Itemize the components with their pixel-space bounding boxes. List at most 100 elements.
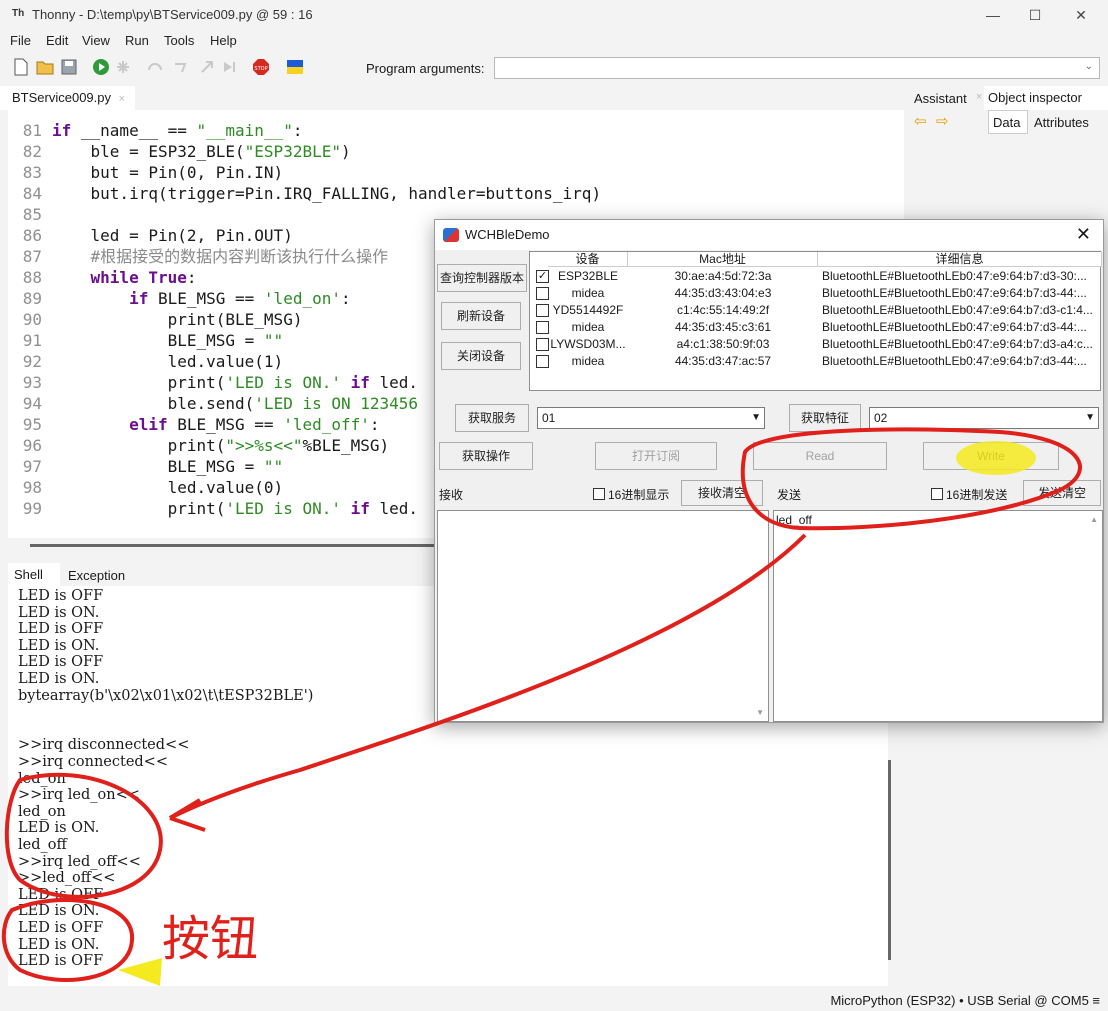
title-bar: Th Thonny - D:\temp\py\BTService009.py @…	[0, 0, 1108, 30]
dropdown-arrow-icon[interactable]: ▼	[751, 412, 761, 423]
tab-exception[interactable]: Exception	[68, 568, 125, 583]
code-token: if	[350, 373, 370, 392]
code-token: led = Pin(2, Pin.OUT)	[52, 226, 293, 245]
resume-icon[interactable]	[220, 58, 238, 76]
status-text[interactable]: MicroPython (ESP32) • USB Serial @ COM5 …	[830, 993, 1100, 1008]
scroll-down-icon[interactable]: ▼	[756, 708, 764, 717]
device-row[interactable]: midea 44:35:d3:47:ac:57 BluetoothLE#Blueto…	[530, 353, 1102, 370]
device-detail: BluetoothLE#BluetoothLEb0:47:e9:64:b7:d3…	[822, 269, 1087, 283]
menu-run[interactable]: Run	[125, 33, 149, 48]
subscribe-button[interactable]: 打开订阅	[595, 442, 717, 470]
query-version-button[interactable]: 查询控制器版本	[437, 264, 527, 292]
menu-help[interactable]: Help	[210, 33, 237, 48]
get-operation-button[interactable]: 获取操作	[439, 442, 533, 470]
get-service-button[interactable]: 获取服务	[455, 404, 529, 432]
device-row[interactable]: midea 44:35:d3:43:04:e3 BluetoothLE#Blueto…	[530, 285, 1102, 302]
run-icon[interactable]	[92, 58, 110, 76]
line-number: 84	[22, 184, 42, 203]
shell-line: >>irq led_off<<	[18, 853, 141, 870]
tab-attributes[interactable]: Attributes	[1034, 115, 1089, 130]
shell-vertical-scrollbar[interactable]	[888, 760, 891, 960]
close-button[interactable]: ✕	[1058, 0, 1104, 30]
step-out-icon[interactable]	[198, 58, 216, 76]
service-select[interactable]: 01 ▼	[537, 407, 765, 429]
close-icon[interactable]: ✕	[1076, 224, 1091, 245]
line-number: 91	[22, 331, 42, 350]
tab-object-inspector[interactable]: Object inspector	[984, 86, 1108, 110]
code-token: led.value(1)	[52, 352, 284, 371]
chevron-down-icon[interactable]: ⌄	[1085, 61, 1093, 72]
col-header-mac[interactable]: Mac地址	[628, 252, 818, 267]
shell-line: LED is ON.	[18, 637, 100, 654]
tab-btservice009[interactable]: BTService009.py ×	[0, 86, 136, 110]
code-comment: #根据接受的数据内容判断该执行什么操作	[52, 247, 389, 266]
debug-icon[interactable]	[114, 58, 132, 76]
code-token: __name__ ==	[71, 121, 197, 140]
stop-icon[interactable]: STOP	[252, 58, 270, 76]
shell-line: LED is ON.	[18, 820, 100, 837]
step-into-icon[interactable]	[172, 58, 190, 76]
close-device-button[interactable]: 关闭设备	[441, 342, 521, 370]
dropdown-arrow-icon[interactable]: ▼	[1085, 412, 1095, 423]
close-tab-icon[interactable]: ×	[119, 93, 125, 105]
program-arguments-input[interactable]: ⌄	[494, 57, 1100, 79]
menu-bar: File Edit View Run Tools Help	[0, 30, 1108, 52]
code-token: led.	[369, 373, 419, 392]
maximize-button[interactable]: ☐	[1012, 0, 1058, 30]
line-number: 85	[22, 205, 42, 224]
device-mac: 30:ae:a4:5d:72:3a	[674, 269, 772, 283]
flag-icon[interactable]	[286, 58, 304, 76]
device-name: ESP32BLE	[557, 269, 619, 283]
hex-send-checkbox[interactable]: 16进制发送	[931, 486, 1007, 503]
code-token: if	[52, 121, 72, 140]
receive-textarea[interactable]: ▼	[437, 510, 769, 722]
code-line: 81 if __name__ == "__main__":	[8, 120, 904, 141]
line-number: 92	[22, 352, 42, 371]
menu-view[interactable]: View	[82, 33, 110, 48]
line-number: 94	[22, 394, 42, 413]
menu-edit[interactable]: Edit	[46, 33, 68, 48]
step-over-icon[interactable]	[146, 58, 164, 76]
forward-arrow-icon[interactable]: ⇨	[936, 112, 949, 130]
device-row[interactable]: YD5514492F c1:4c:55:14:49:2f BluetoothLE#B…	[530, 302, 1102, 319]
get-characteristic-button[interactable]: 获取特征	[789, 404, 861, 432]
minimize-button[interactable]: —	[970, 0, 1016, 30]
back-arrow-icon[interactable]: ⇦	[914, 112, 927, 130]
col-header-device[interactable]: 设备	[548, 252, 628, 267]
col-header-detail[interactable]: 详细信息	[818, 252, 1102, 267]
read-button[interactable]: Read	[753, 442, 887, 470]
menu-tools[interactable]: Tools	[164, 33, 194, 48]
code-token: 'LED is ON 123456	[254, 394, 419, 413]
code-token: if	[350, 499, 370, 518]
send-textarea[interactable]: led_off ▲	[773, 510, 1103, 722]
device-row[interactable]: midea 44:35:d3:45:c3:61 BluetoothLE#Blueto…	[530, 319, 1102, 336]
device-row[interactable]: ✓ ESP32BLE 30:ae:a4:5d:72:3a BluetoothLE#Bl…	[530, 268, 1102, 285]
shell-line: LED is OFF	[18, 588, 104, 604]
tab-shell[interactable]: Shell	[8, 563, 60, 587]
characteristic-select[interactable]: 02 ▼	[869, 407, 1099, 429]
tab-data[interactable]: Data	[988, 110, 1028, 134]
code-line: 84 but.irq(trigger=Pin.IRQ_FALLING, hand…	[8, 183, 904, 204]
write-button[interactable]: Write	[923, 442, 1059, 470]
code-token: )	[340, 142, 351, 161]
code-token: but = Pin(0, Pin.IN)	[52, 163, 284, 182]
tab-assistant[interactable]: Assistant	[914, 91, 967, 106]
save-icon[interactable]	[60, 58, 78, 76]
new-file-icon[interactable]	[12, 58, 30, 76]
tab-shell-label: Shell	[14, 567, 43, 582]
scroll-up-icon[interactable]: ▲	[1090, 515, 1098, 524]
shell-line: LED is OFF	[18, 920, 104, 936]
code-token: "__main__"	[196, 121, 293, 140]
line-number: 96	[22, 436, 42, 455]
refresh-devices-button[interactable]: 刷新设备	[441, 302, 521, 330]
code-token: True	[148, 268, 187, 287]
code-token: BLE_MSG =	[52, 457, 264, 476]
menu-file[interactable]: File	[10, 33, 31, 48]
clear-send-button[interactable]: 发送清空	[1023, 480, 1101, 506]
hex-display-checkbox[interactable]: 16进制显示	[593, 486, 669, 503]
device-row[interactable]: LYWSD03M... a4:c1:38:50:9f:03 BluetoothLE#…	[530, 336, 1102, 353]
close-tab-icon[interactable]: ×	[976, 91, 982, 103]
open-folder-icon[interactable]	[36, 58, 54, 76]
device-mac: c1:4c:55:14:49:2f	[676, 303, 770, 317]
clear-receive-button[interactable]: 接收清空	[681, 480, 763, 506]
